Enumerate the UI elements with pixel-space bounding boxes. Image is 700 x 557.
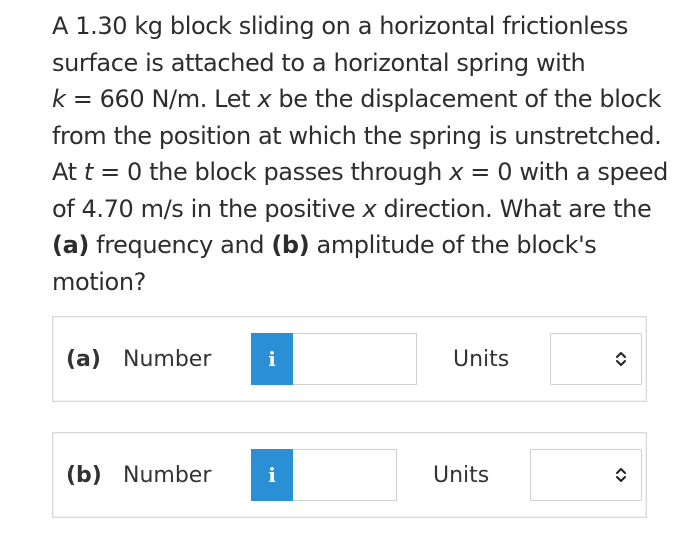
problem-text: direction. What are the xyxy=(376,194,652,223)
problem-text: from the position at which the spring is… xyxy=(52,121,662,150)
problem-text: = 0 with a speed xyxy=(463,158,668,186)
number-label: Number xyxy=(123,463,212,488)
units-select-b[interactable] xyxy=(530,449,642,501)
variable-t: t xyxy=(83,158,93,186)
variable-x: x xyxy=(449,158,464,186)
part-label: (a) xyxy=(66,347,101,372)
answer-row-b: (b) Number i Units xyxy=(52,432,647,518)
part-a-marker: (a) xyxy=(52,231,89,259)
problem-text: be the displacement of the block xyxy=(271,85,662,113)
problem-text: = 660 N/m. Let xyxy=(65,85,258,113)
problem-text: At xyxy=(52,158,84,186)
problem-text: = 0 the block passes through xyxy=(92,158,450,186)
variable-x: x xyxy=(257,85,272,113)
variable-x: x xyxy=(362,194,377,223)
part-b-marker: (b) xyxy=(271,231,310,259)
number-input-a[interactable] xyxy=(293,333,417,385)
problem-statement: A 1.30 kg block sliding on a horizontal … xyxy=(52,8,682,300)
info-icon[interactable]: i xyxy=(251,333,293,385)
problem-line: of 4.70 m/s in the positive x direction.… xyxy=(52,191,682,228)
units-select-a[interactable] xyxy=(550,333,642,385)
problem-text: frequency and xyxy=(88,231,272,259)
problem-line: surface is attached to a horizontal spri… xyxy=(52,45,682,82)
variable-k: k xyxy=(52,85,66,113)
problem-text: surface is attached to a horizontal spri… xyxy=(52,48,586,77)
info-icon[interactable]: i xyxy=(251,449,293,501)
problem-line: k = 660 N/m. Let x be the displacement o… xyxy=(52,81,682,118)
problem-line: At t = 0 the block passes through x = 0 … xyxy=(52,154,682,191)
problem-text: A 1.30 kg block sliding on a horizontal … xyxy=(52,12,628,40)
problem-text: motion? xyxy=(52,267,146,296)
problem-line: from the position at which the spring is… xyxy=(52,118,682,155)
problem-line: A 1.30 kg block sliding on a horizontal … xyxy=(52,8,682,45)
chevron-up-down-icon xyxy=(616,468,626,482)
chevron-up-down-icon xyxy=(616,352,626,366)
problem-line: (a) frequency and (b) amplitude of the b… xyxy=(52,227,682,264)
number-label: Number xyxy=(123,347,212,372)
part-label: (b) xyxy=(66,463,102,488)
units-label: Units xyxy=(433,463,490,488)
answer-row-a: (a) Number i Units xyxy=(52,316,647,402)
problem-text: of 4.70 m/s in the positive xyxy=(52,194,363,223)
number-input-b[interactable] xyxy=(293,449,397,501)
units-label: Units xyxy=(453,347,510,372)
problem-line: motion? xyxy=(52,264,682,301)
problem-text: amplitude of the block's xyxy=(309,231,597,259)
